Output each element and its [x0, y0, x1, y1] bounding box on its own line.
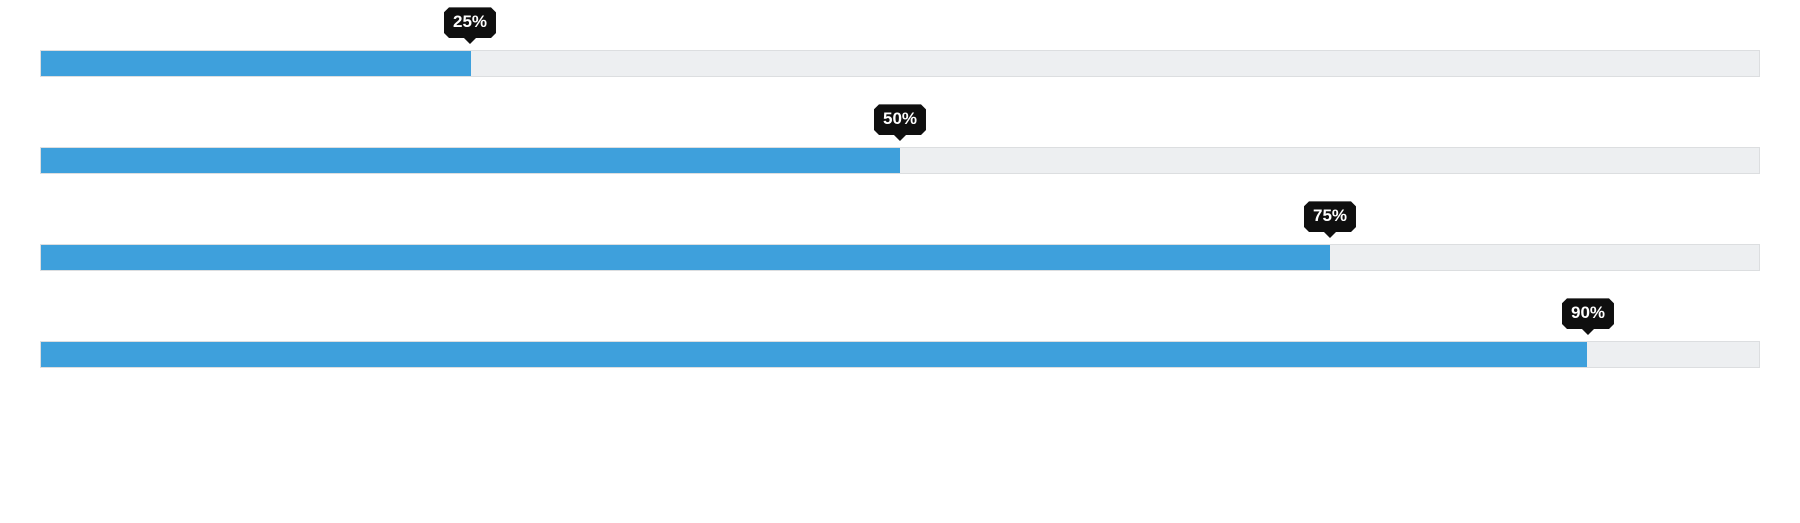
progress-fill: [41, 342, 1587, 367]
progress-tooltip-label: 50%: [874, 104, 926, 135]
progress-tooltip-label: 25%: [444, 7, 496, 38]
tooltip-arrow-icon: [1323, 231, 1337, 238]
progress-fill: [41, 148, 900, 173]
progress-bar-1: 25%: [40, 50, 1760, 77]
progress-tooltip-2: 50%: [874, 104, 926, 141]
progress-bar-4: 90%: [40, 341, 1760, 368]
progress-tooltip-label: 75%: [1304, 201, 1356, 232]
progress-track: [40, 147, 1760, 174]
progress-bar-3: 75%: [40, 244, 1760, 271]
progress-track: [40, 244, 1760, 271]
progress-tooltip-3: 75%: [1304, 201, 1356, 238]
tooltip-arrow-icon: [1581, 328, 1595, 335]
progress-fill: [41, 51, 471, 76]
progress-bars-container: 25% 50% 75% 90%: [40, 50, 1760, 368]
progress-tooltip-label: 90%: [1562, 298, 1614, 329]
progress-track: [40, 341, 1760, 368]
tooltip-arrow-icon: [463, 37, 477, 44]
progress-fill: [41, 245, 1330, 270]
tooltip-arrow-icon: [893, 134, 907, 141]
progress-tooltip-1: 25%: [444, 7, 496, 44]
progress-bar-2: 50%: [40, 147, 1760, 174]
progress-tooltip-4: 90%: [1562, 298, 1614, 335]
progress-track: [40, 50, 1760, 77]
